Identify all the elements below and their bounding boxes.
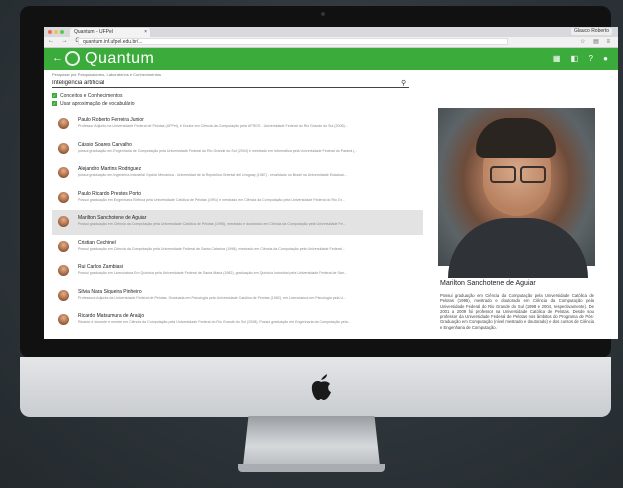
- researcher-name: Alejandro Martins Rodriguez: [78, 166, 142, 172]
- help-icon[interactable]: ?: [588, 54, 592, 63]
- url-field[interactable]: quantum.inf.ufpel.edu.br/...: [78, 38, 508, 45]
- researcher-name: Ricardo Matsumura de Araújo: [78, 313, 145, 319]
- minimize-window-button[interactable]: [54, 30, 58, 34]
- researcher-name: Cristian Cechinel: [78, 239, 116, 246]
- monitor-base: [238, 464, 385, 472]
- avatar: [58, 289, 69, 301]
- account-icon[interactable]: ●: [603, 54, 608, 63]
- checkbox-checked-icon[interactable]: ✓: [52, 101, 57, 107]
- photo-glasses-left: [490, 166, 516, 183]
- avatar: [58, 142, 69, 154]
- avatar: [58, 167, 69, 178]
- list-item[interactable]: Rui Carlos Zambiasi Possui graduação em L…: [52, 259, 423, 284]
- search-icon[interactable]: ⚲: [401, 79, 406, 87]
- photo-glasses-right: [520, 166, 546, 183]
- researcher-summary: Possui graduação em Ciência da Computaçã…: [78, 222, 346, 226]
- researcher-name: Silvia Nara Siqueira Pinheiro: [78, 288, 142, 295]
- detail-name: Marilton Sanchotene de Aguiar: [440, 280, 536, 287]
- list-item[interactable]: Cássio Soares Carvalho possui graduação e…: [52, 137, 423, 162]
- avatar: [58, 265, 69, 276]
- photo-body: [448, 218, 588, 278]
- researcher-summary: possui graduação em Ingeniería Industria…: [78, 173, 347, 177]
- avatar: [58, 216, 69, 227]
- list-item[interactable]: Paulo Ricardo Prestes Porto Possui gradua…: [52, 186, 423, 211]
- tab-close-icon[interactable]: ×: [144, 28, 147, 37]
- list-item[interactable]: Paulo Roberto Ferreira Junior Professor A…: [52, 112, 423, 137]
- close-window-button[interactable]: [48, 30, 52, 34]
- grid-icon[interactable]: ▦: [553, 54, 561, 63]
- researcher-summary: possui graduação em Engenharia de Comput…: [78, 148, 358, 153]
- photo-hair: [476, 118, 556, 158]
- search-label: Pesquisar por Pesquisadores, Laboratório…: [52, 72, 161, 77]
- option-vocabulary[interactable]: ✓ Usar aproximação de vocabulário: [52, 101, 134, 107]
- avatar: [58, 118, 69, 129]
- window-controls: [48, 30, 66, 36]
- app-title: Quantum: [85, 50, 155, 67]
- detail-bio: Possui graduação em Ciência da Computaçã…: [440, 293, 594, 330]
- researcher-name: Paulo Ricardo Prestes Porto: [78, 190, 142, 197]
- browser-user[interactable]: Glauco Roberto: [570, 28, 612, 35]
- list-item[interactable]: Cristian Cechinel Possui graduação em Ciê…: [52, 235, 423, 260]
- header-actions: ▦ ◧ ? ●: [545, 54, 608, 63]
- researcher-name: Paulo Roberto Ferreira Junior: [78, 117, 144, 123]
- list-item[interactable]: Silvia Nara Siqueira Pinheiro Professora …: [52, 284, 423, 309]
- researcher-summary: Professor Adjunto na Universidade Federa…: [78, 124, 348, 128]
- list-item-selected[interactable]: Marilton Sanchotene de Aguiar Possui grad…: [52, 210, 423, 235]
- search-input[interactable]: [52, 78, 409, 88]
- toolbar-icons[interactable]: ☆ ▤ ≡: [580, 38, 613, 45]
- results-list: Paulo Roberto Ferreira Junior Professor A…: [52, 112, 423, 333]
- option-concepts[interactable]: ✓ Conceitos e Conhecimentos: [52, 93, 123, 99]
- avatar: [58, 191, 69, 203]
- tab-title: Quantum - UFPel: [74, 29, 113, 35]
- researcher-name: Rui Carlos Zambiasi: [78, 264, 124, 270]
- avatar: [58, 314, 69, 325]
- apple-logo-icon: [309, 373, 333, 401]
- address-bar: ← → C quantum.inf.ufpel.edu.br/... ☆ ▤ ≡: [44, 37, 618, 48]
- back-arrow-icon[interactable]: ←: [52, 52, 63, 64]
- researcher-photo: [438, 108, 595, 278]
- browser-window: Quantum - UFPel × Glauco Roberto ← → C q…: [44, 27, 618, 339]
- researcher-summary: Possui graduação em Engenharia Elétrica …: [78, 197, 345, 202]
- tab-quantum[interactable]: Quantum - UFPel ×: [70, 28, 150, 37]
- app-header: ← Quantum ▦ ◧ ? ●: [44, 48, 618, 70]
- researcher-summary: Possui graduação em Licenciatura Em Quím…: [78, 271, 347, 275]
- researcher-summary: Professora Adjunta da Universidade Feder…: [78, 295, 347, 300]
- researcher-name: Cássio Soares Carvalho: [78, 141, 132, 148]
- maximize-window-button[interactable]: [60, 30, 64, 34]
- avatar: [58, 240, 69, 252]
- researcher-summary: Possui graduação em Ciência da Computaçã…: [78, 246, 345, 251]
- quantum-logo: [65, 51, 80, 66]
- checkbox-checked-icon[interactable]: ✓: [52, 93, 57, 99]
- panel-icon[interactable]: ◧: [571, 54, 579, 63]
- list-item[interactable]: Alejandro Martins Rodriguez possui gradua…: [52, 161, 423, 186]
- researcher-summary: Ricardo é docente e mestre em Ciência da…: [78, 320, 351, 324]
- list-item[interactable]: Ricardo Matsumura de Araújo Ricardo é doc…: [52, 308, 423, 333]
- monitor-stand: [243, 416, 380, 466]
- tab-bar: Quantum - UFPel × Glauco Roberto: [44, 27, 618, 37]
- researcher-name: Marilton Sanchotene de Aguiar: [78, 215, 147, 221]
- camera: [321, 12, 325, 16]
